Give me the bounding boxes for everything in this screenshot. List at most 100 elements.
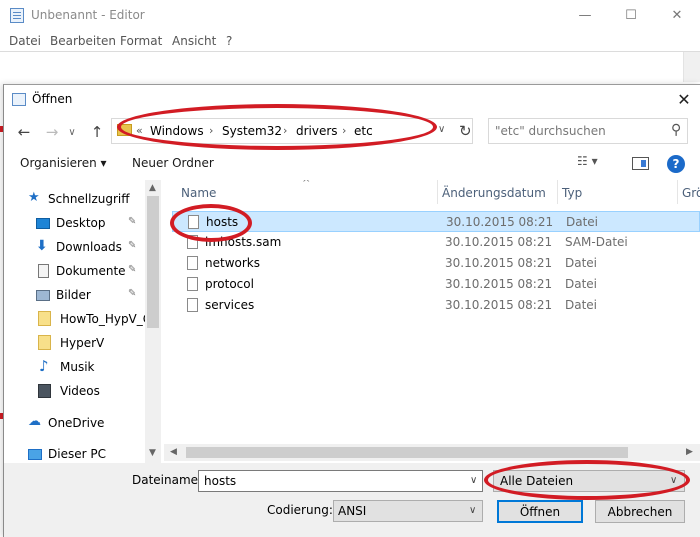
column-header-type[interactable]: Typ — [562, 186, 582, 200]
scroll-left-icon[interactable]: ◀ — [170, 447, 177, 457]
sidebar-item-howto-hypv[interactable]: HowTo_HypV_G — [4, 308, 152, 330]
table-row[interactable]: protocol 30.10.2015 08:21 Datei — [172, 274, 700, 295]
sidebar-item-label: OneDrive — [48, 416, 105, 430]
dialog-close-button[interactable]: ✕ — [668, 85, 700, 114]
minimize-button[interactable]: — — [562, 0, 608, 31]
sidebar-item-downloads[interactable]: ⬇ Downloads ✎ — [4, 236, 146, 258]
file-icon — [187, 235, 198, 249]
search-icon[interactable]: ⚲ — [671, 122, 681, 138]
sidebar-item-label: HyperV — [60, 336, 105, 350]
table-row[interactable]: lmhosts.sam 30.10.2015 08:21 SAM-Datei — [172, 232, 700, 253]
maximize-button[interactable]: ☐ — [608, 0, 654, 31]
address-dropdown-icon[interactable]: ∨ — [438, 124, 445, 135]
column-header-name[interactable]: Name — [181, 186, 216, 200]
filename-dropdown-icon[interactable]: ∨ — [470, 475, 477, 486]
refresh-icon[interactable]: ↻ — [459, 122, 472, 140]
up-arrow-icon[interactable]: ↑ — [87, 122, 107, 142]
encoding-value: ANSI — [338, 504, 367, 518]
file-name: hosts — [206, 215, 239, 229]
menu-format[interactable]: Format — [120, 34, 162, 48]
notepad-menubar: Datei Bearbeiten Format Ansicht ? — [0, 31, 700, 51]
pin-icon[interactable]: ✎ — [128, 216, 136, 227]
breadcrumb-etc[interactable]: etc — [354, 124, 373, 138]
notepad-scrollbar[interactable] — [683, 52, 700, 82]
table-row[interactable]: hosts 30.10.2015 08:21 Datei — [172, 211, 700, 232]
file-icon — [187, 277, 198, 291]
sidebar-item-quick-access[interactable]: ★ Schnellzugriff — [4, 188, 146, 210]
notepad-close-button[interactable]: ✕ — [654, 0, 700, 31]
menu-ansicht[interactable]: Ansicht — [172, 34, 216, 48]
menu-datei[interactable]: Datei — [9, 34, 41, 48]
open-button[interactable]: Öffnen — [497, 500, 583, 523]
nav-pane-scrollbar[interactable]: ▲ ▼ — [145, 180, 161, 463]
breadcrumb-windows[interactable]: Windows — [150, 124, 204, 138]
column-headers: ^ Name Änderungsdatum Typ Grö — [164, 180, 700, 204]
table-row[interactable]: services 30.10.2015 08:21 Datei — [172, 295, 700, 316]
sidebar-item-onedrive[interactable]: ☁ OneDrive — [4, 412, 146, 434]
back-arrow-icon[interactable]: ← — [14, 122, 34, 142]
sidebar-item-music[interactable]: ♪ Musik — [4, 356, 146, 378]
breadcrumb-system32[interactable]: System32 — [222, 124, 282, 138]
video-icon — [38, 384, 51, 398]
sidebar-item-pictures[interactable]: Bilder ✎ — [4, 284, 146, 306]
column-divider[interactable] — [677, 180, 678, 204]
file-type: Datei — [565, 298, 598, 312]
filename-label: Dateiname: — [132, 473, 203, 487]
sidebar-item-label: Dokumente — [56, 264, 126, 278]
column-divider[interactable] — [437, 180, 438, 204]
history-dropdown-icon[interactable]: ∨ — [62, 122, 82, 142]
pin-icon[interactable]: ✎ — [128, 240, 136, 251]
breadcrumb-separator-icon[interactable]: › — [209, 124, 213, 137]
file-icon — [187, 256, 198, 270]
sidebar-item-documents[interactable]: Dokumente ✎ — [4, 260, 146, 282]
notepad-titlebar[interactable]: Unbenannt - Editor — ☐ ✕ — [0, 0, 700, 31]
download-icon: ⬇ — [36, 238, 48, 254]
menu-bearbeiten[interactable]: Bearbeiten — [50, 34, 116, 48]
document-icon — [38, 264, 49, 278]
file-list-horizontal-scrollbar[interactable]: ◀ ▶ — [164, 444, 700, 461]
breadcrumb-separator-icon[interactable]: › — [283, 124, 287, 137]
address-bar[interactable]: « Windows › System32 › drivers › etc ∨ ↻ — [111, 118, 473, 144]
help-icon[interactable]: ? — [667, 155, 685, 173]
preview-pane-icon[interactable] — [632, 157, 649, 170]
search-input[interactable]: "etc" durchsuchen ⚲ — [488, 118, 688, 144]
forward-arrow-icon[interactable]: → — [42, 122, 62, 142]
breadcrumb-overflow-icon[interactable]: « — [136, 124, 143, 137]
sidebar-item-label: Schnellzugriff — [48, 192, 130, 206]
folder-icon — [38, 311, 51, 326]
pin-icon[interactable]: ✎ — [128, 288, 136, 299]
menu-help[interactable]: ? — [226, 34, 232, 48]
encoding-select[interactable]: ANSI ∨ — [333, 500, 483, 522]
notepad-title: Unbenannt - Editor — [31, 8, 145, 22]
encoding-label: Codierung: — [267, 503, 333, 517]
breadcrumb-separator-icon[interactable]: › — [342, 124, 346, 137]
sidebar-item-desktop[interactable]: Desktop ✎ — [4, 212, 146, 234]
organize-button[interactable]: Organisieren ▾ — [20, 156, 107, 170]
new-folder-button[interactable]: Neuer Ordner — [132, 156, 214, 170]
dialog-toolbar: Organisieren ▾ Neuer Ordner ☷ ▾ ? — [4, 151, 700, 177]
dialog-titlebar[interactable]: Öffnen ✕ — [4, 85, 700, 114]
file-name: services — [205, 298, 255, 312]
filename-input[interactable] — [198, 470, 483, 492]
dialog-footer: Dateiname: ∨ Alle Dateien ∨ Codierung: A… — [4, 463, 700, 537]
sidebar-item-hyperv[interactable]: HyperV — [4, 332, 146, 354]
column-divider[interactable] — [557, 180, 558, 204]
pin-icon[interactable]: ✎ — [128, 264, 136, 275]
scroll-up-icon[interactable]: ▲ — [149, 183, 156, 193]
scroll-down-icon[interactable]: ▼ — [149, 448, 156, 458]
nav-pane-scroll-thumb[interactable] — [147, 196, 159, 328]
column-header-date[interactable]: Änderungsdatum — [442, 186, 546, 200]
file-icon — [188, 215, 199, 229]
file-type-filter-select[interactable]: Alle Dateien ∨ — [493, 470, 685, 492]
horizontal-scroll-thumb[interactable] — [186, 447, 628, 458]
breadcrumb-drivers[interactable]: drivers — [296, 124, 338, 138]
view-options-icon[interactable]: ☷ ▾ — [577, 154, 613, 174]
sidebar-item-videos[interactable]: Videos — [4, 380, 146, 402]
table-row[interactable]: networks 30.10.2015 08:21 Datei — [172, 253, 700, 274]
column-header-size[interactable]: Grö — [682, 186, 700, 200]
sidebar-item-this-pc[interactable]: Dieser PC — [4, 443, 146, 463]
cancel-button[interactable]: Abbrechen — [595, 500, 685, 523]
file-list: ^ Name Änderungsdatum Typ Grö hosts 30.1… — [164, 180, 700, 463]
scroll-right-icon[interactable]: ▶ — [686, 447, 693, 457]
desktop-icon — [36, 218, 50, 229]
